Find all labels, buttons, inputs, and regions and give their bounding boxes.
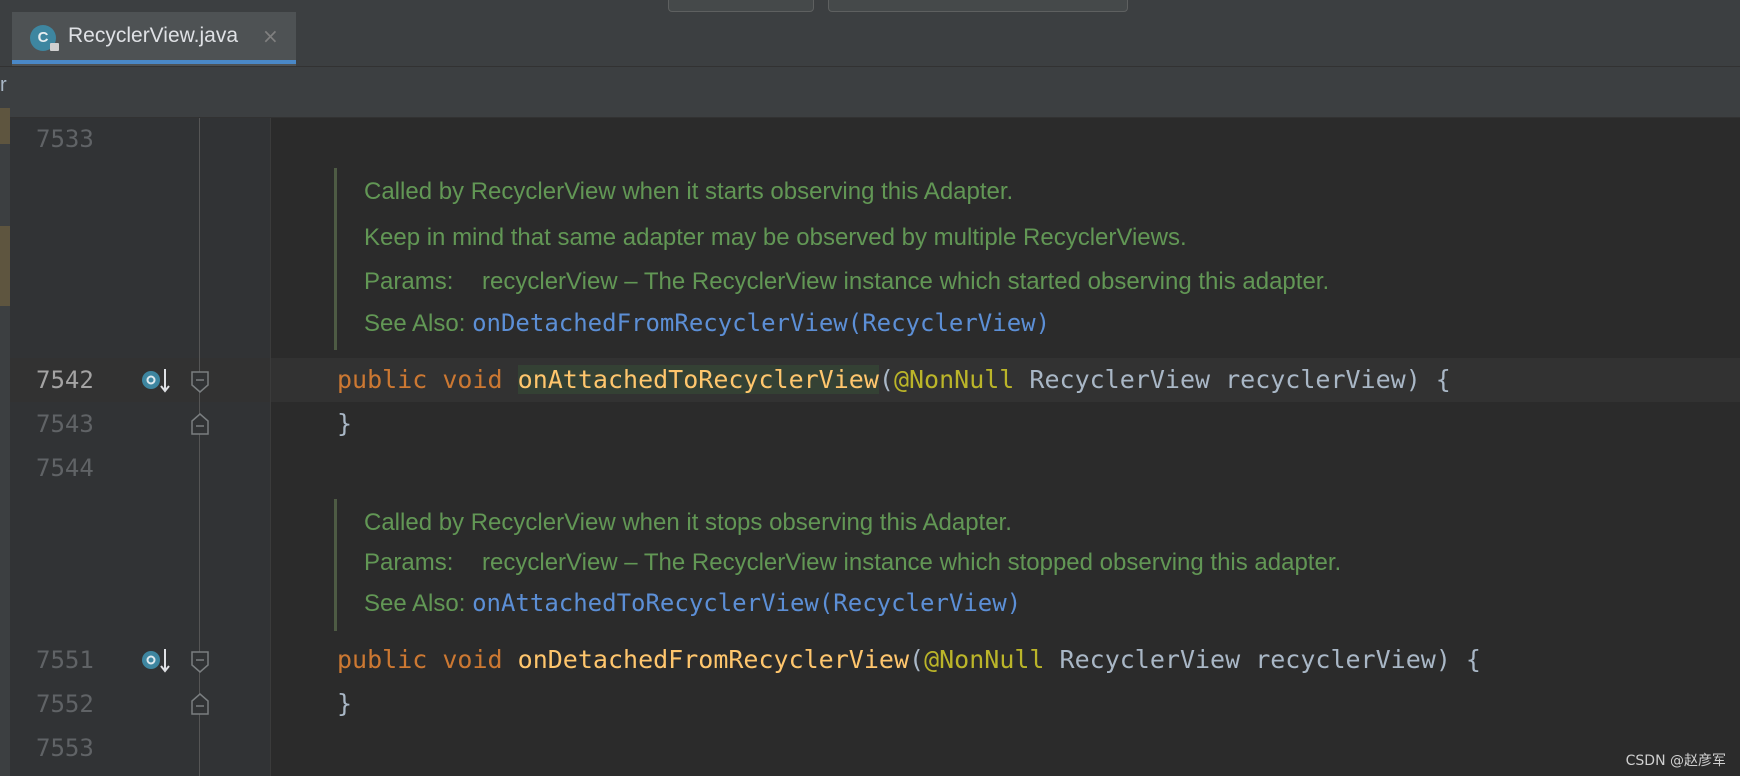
- doc-see-also-link[interactable]: onAttachedToRecyclerView(RecyclerView): [472, 589, 1021, 617]
- doc-text: Called by RecyclerView when it stops obs…: [364, 509, 1012, 536]
- indent-guide: [270, 118, 271, 776]
- override-method-icon[interactable]: [140, 646, 170, 676]
- active-tab-indicator: [12, 60, 296, 64]
- override-method-icon[interactable]: [140, 366, 170, 396]
- code-line-close-brace: }: [337, 409, 353, 438]
- rendered-doc-comment-bar: [334, 168, 337, 350]
- fold-start-icon[interactable]: [191, 371, 209, 393]
- breadcrumb-bar: [0, 67, 1740, 118]
- method-params: RecyclerView recyclerView) {: [1044, 645, 1481, 674]
- lock-icon: [50, 43, 59, 51]
- doc-params-text: recyclerView – The RecyclerView instance…: [482, 549, 1342, 576]
- code-line-close-brace: }: [337, 689, 353, 718]
- doc-see-also-label: See Also:: [364, 310, 466, 337]
- code-line-method-signature: public void onDetachedFromRecyclerView(@…: [337, 645, 1481, 675]
- tab-recyclerview-java[interactable]: C RecyclerView.java ×: [12, 12, 296, 66]
- fold-end-icon[interactable]: [191, 413, 209, 435]
- line-number: 7544: [36, 454, 94, 482]
- paren: (: [909, 645, 925, 674]
- doc-see-also: See Also: onAttachedToRecyclerView(Recyc…: [364, 589, 1021, 618]
- editor-tab-bar: C RecyclerView.java ×: [0, 12, 1740, 67]
- line-number: 7533: [36, 125, 94, 153]
- fold-end-icon[interactable]: [191, 693, 209, 715]
- line-number: 7551: [36, 646, 94, 674]
- doc-params-label: Params:: [364, 549, 454, 576]
- doc-text: Keep in mind that same adapter may be ob…: [364, 224, 1187, 251]
- annotation: @NonNull: [893, 365, 1015, 394]
- left-edge-text: r: [0, 74, 7, 96]
- method-params: RecyclerView recyclerView) {: [1014, 365, 1451, 394]
- doc-text: Called by RecyclerView when it starts ob…: [364, 178, 1014, 205]
- close-icon[interactable]: ×: [262, 24, 279, 48]
- method-name[interactable]: onDetachedFromRecyclerView: [518, 645, 909, 674]
- toolbar-control[interactable]: [828, 0, 1128, 12]
- watermark: CSDN @赵彦军: [1625, 753, 1726, 769]
- line-number-current: 7542: [36, 366, 94, 394]
- doc-see-also: See Also: onDetachedFromRecyclerView(Rec…: [364, 309, 1050, 338]
- fold-start-icon[interactable]: [191, 651, 209, 673]
- keyword: void: [442, 645, 503, 674]
- toolbar-control[interactable]: [668, 0, 814, 12]
- line-number: 7552: [36, 690, 94, 718]
- doc-params: Params: recyclerView – The RecyclerView …: [364, 549, 1341, 577]
- keyword: public: [337, 365, 428, 394]
- line-number: 7553: [36, 734, 94, 762]
- method-name[interactable]: onAttachedToRecyclerView: [517, 365, 879, 394]
- doc-params-text: recyclerView – The RecyclerView instance…: [482, 268, 1330, 295]
- editor-gutter: [10, 118, 270, 776]
- doc-params-label: Params:: [364, 268, 454, 295]
- left-edge-marker: [0, 226, 10, 306]
- left-edge-marker: [0, 108, 10, 144]
- rendered-doc-comment-bar: [334, 499, 337, 631]
- keyword: public: [337, 645, 428, 674]
- annotation: @NonNull: [924, 645, 1045, 674]
- line-number: 7543: [36, 410, 94, 438]
- doc-params: Params: recyclerView – The RecyclerView …: [364, 268, 1329, 296]
- doc-see-also-link[interactable]: onDetachedFromRecyclerView(RecyclerView): [472, 309, 1050, 337]
- code-line-method-signature: public void onAttachedToRecyclerView(@No…: [337, 365, 1451, 395]
- keyword: void: [442, 365, 503, 394]
- left-tool-strip: [0, 67, 10, 776]
- doc-see-also-label: See Also:: [364, 590, 466, 617]
- tab-label: RecyclerView.java: [68, 24, 239, 47]
- paren: (: [878, 365, 894, 394]
- fold-guide: [199, 118, 200, 776]
